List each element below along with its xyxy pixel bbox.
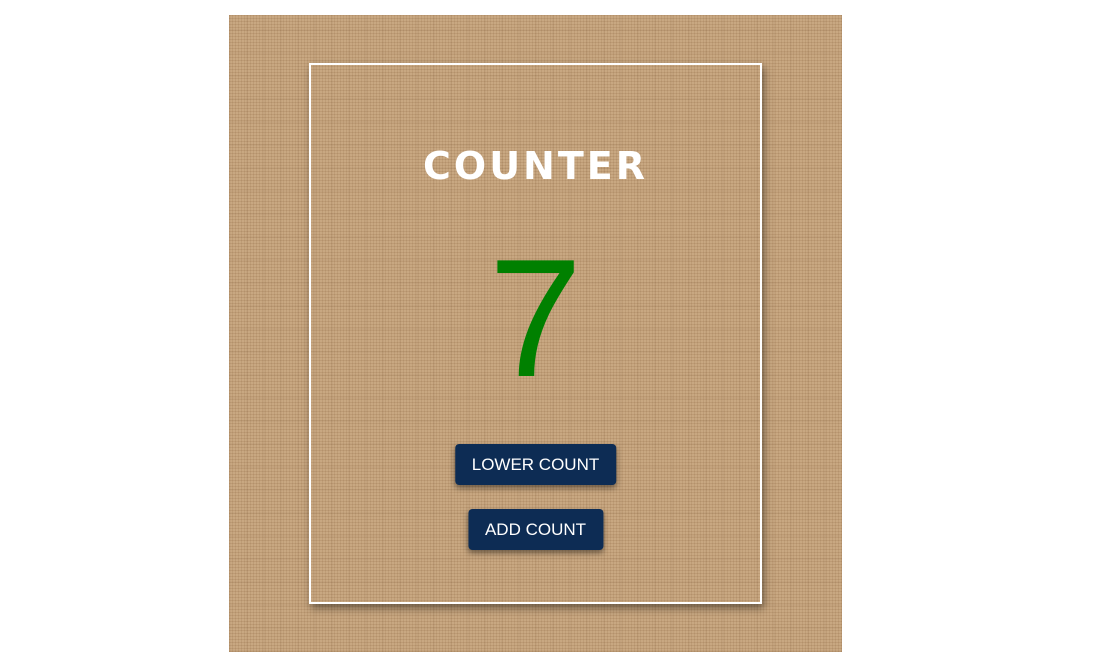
counter-title: COUNTER xyxy=(423,144,648,188)
count-value: 7 xyxy=(488,224,583,412)
counter-card: COUNTER 7 LOWER COUNT ADD COUNT xyxy=(309,63,762,604)
lower-count-button[interactable]: LOWER COUNT xyxy=(454,444,617,485)
add-count-button[interactable]: ADD COUNT xyxy=(467,509,604,550)
burlap-background: COUNTER 7 LOWER COUNT ADD COUNT xyxy=(229,15,842,652)
